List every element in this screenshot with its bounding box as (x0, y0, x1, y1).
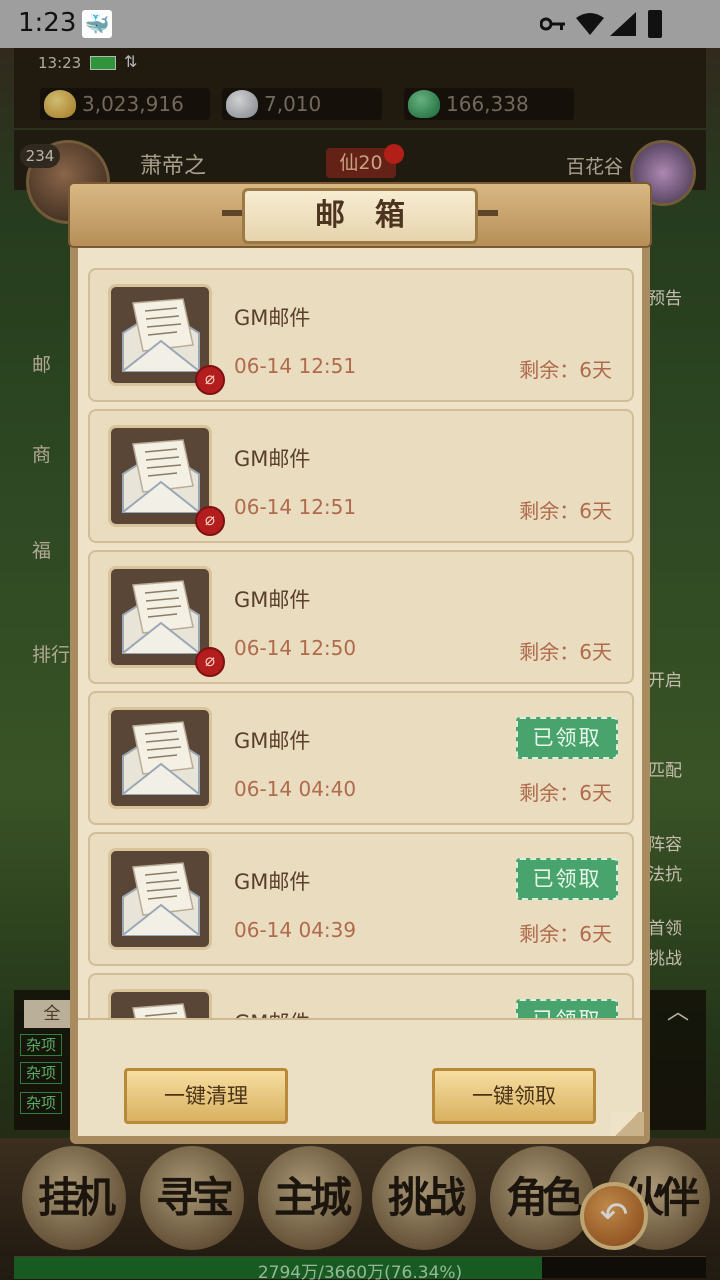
mail-item[interactable]: GM邮件 06-14 04:40 剩余：6天 已领取 (88, 691, 634, 825)
mail-subject: GM邮件 (234, 1007, 310, 1018)
mail-envelope: ⌀ (108, 425, 225, 536)
wifi-icon (576, 13, 604, 35)
page-curl (610, 1112, 644, 1136)
envelope-icon (122, 580, 200, 654)
mail-remaining: 剩余：6天 (519, 640, 612, 664)
system-status-bar: 1:23 🐳 (0, 0, 720, 48)
mailbox-header: 邮箱 (68, 182, 652, 248)
mail-remaining: 剩余：6天 (519, 922, 612, 946)
mailbox-title: 邮箱 (315, 198, 435, 233)
mail-subject: GM邮件 (234, 588, 311, 612)
mail-item[interactable]: ⌀ GM邮件 06-14 12:51 剩余：6天 (88, 409, 634, 543)
mail-subject: GM邮件 (234, 729, 311, 753)
mail-time: 06-14 12:51 (234, 354, 357, 378)
mail-subject: GM邮件 (234, 306, 311, 330)
mail-item[interactable]: ⌀ GM邮件 06-14 12:51 剩余：6天 (88, 268, 634, 402)
mail-time: 06-14 04:40 (234, 777, 357, 801)
mail-item[interactable]: GM邮件 已领取 (88, 973, 634, 1018)
mailbox-dialog: 邮箱 ⌀ GM邮件 06-14 12:51 剩余：6天 ⌀ GM邮件 06-14 12:51… (68, 182, 652, 1144)
mail-envelope (108, 989, 212, 1018)
system-icons (540, 10, 668, 38)
mail-list[interactable]: ⌀ GM邮件 06-14 12:51 剩余：6天 ⌀ GM邮件 06-14 12:51 剩余：… (88, 268, 634, 1018)
mail-envelope: ⌀ (108, 284, 225, 395)
mail-remaining: 剩余：6天 (519, 499, 612, 523)
envelope-icon (122, 298, 200, 372)
mail-remaining: 剩余：6天 (519, 358, 612, 382)
mail-subject: GM邮件 (234, 870, 311, 894)
mail-remaining: 剩余：6天 (519, 781, 612, 805)
signal-icon (610, 12, 636, 36)
mail-subject: GM邮件 (234, 447, 311, 471)
paperclip-icon: ⌀ (195, 647, 225, 677)
envelope-icon (122, 721, 200, 795)
mail-envelope: ⌀ (108, 566, 225, 677)
mail-item[interactable]: GM邮件 06-14 04:39 剩余：6天 已领取 (88, 832, 634, 966)
paperclip-icon: ⌀ (195, 365, 225, 395)
whale-icon: 🐳 (82, 10, 112, 38)
envelope-icon (122, 439, 200, 513)
mail-time: 06-14 04:39 (234, 918, 357, 942)
mail-time: 06-14 12:51 (234, 495, 357, 519)
claimed-stamp: 已领取 (516, 858, 618, 900)
clear-all-button[interactable]: 一键清理 (124, 1068, 288, 1124)
key-icon (540, 17, 565, 31)
mail-envelope (108, 848, 212, 950)
mail-time: 06-14 12:50 (234, 636, 357, 660)
envelope-icon (122, 862, 200, 936)
mail-item[interactable]: ⌀ GM邮件 06-14 12:50 剩余：6天 (88, 550, 634, 684)
system-time: 1:23 (18, 8, 77, 38)
claimed-stamp: 已领取 (516, 717, 618, 759)
mail-envelope (108, 707, 212, 809)
paperclip-icon: ⌀ (195, 506, 225, 536)
envelope-icon (132, 1003, 187, 1018)
claim-all-button[interactable]: 一键领取 (432, 1068, 596, 1124)
battery-icon (648, 10, 662, 38)
claimed-stamp: 已领取 (516, 999, 618, 1018)
